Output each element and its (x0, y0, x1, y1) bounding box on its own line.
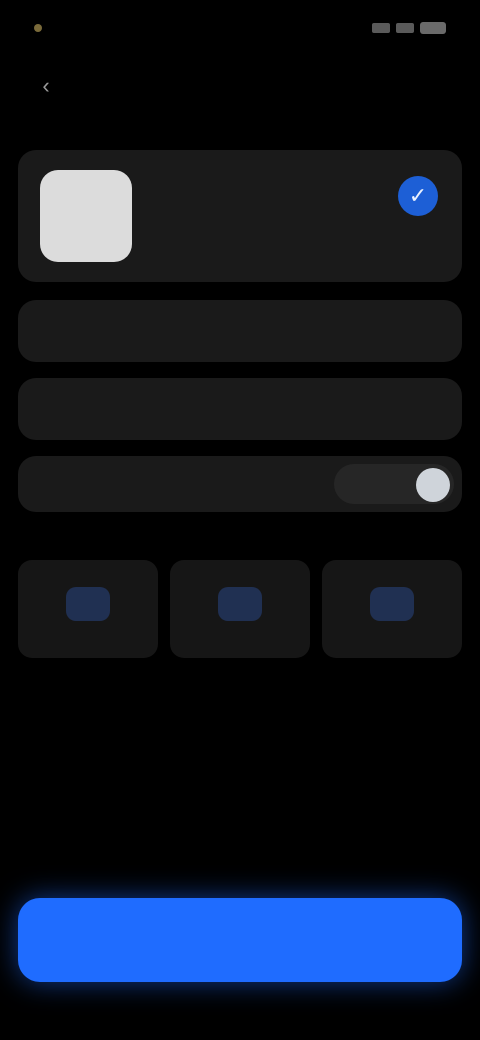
tile-1[interactable] (18, 560, 158, 658)
tile-1-icon (66, 587, 110, 621)
tile-2[interactable] (170, 560, 310, 658)
header: ‹ (0, 64, 480, 108)
battery-icon (420, 22, 446, 34)
chevron-left-icon: ‹ (42, 73, 50, 98)
tile-2-icon (218, 587, 262, 621)
selected-check-button[interactable]: ✓ (398, 176, 438, 216)
checkmark-icon: ✓ (408, 183, 428, 208)
status-bar (0, 0, 480, 56)
primary-action-button[interactable] (18, 898, 462, 982)
back-button[interactable]: ‹ (28, 68, 64, 104)
status-time-group (34, 24, 50, 32)
option-row-1[interactable] (18, 300, 462, 362)
toggle-switch[interactable] (334, 464, 454, 504)
tile-grid (18, 560, 462, 658)
notification-dot-icon (34, 24, 42, 32)
status-icons (372, 22, 446, 34)
profile-thumbnail (40, 170, 132, 262)
toggle-row[interactable] (18, 456, 462, 512)
wifi-icon (396, 23, 414, 33)
signal-icon (372, 23, 390, 33)
option-row-2[interactable] (18, 378, 462, 440)
profile-card[interactable]: ✓ (18, 150, 462, 282)
tile-3[interactable] (322, 560, 462, 658)
toggle-knob (416, 468, 450, 502)
tile-3-icon (370, 587, 414, 621)
